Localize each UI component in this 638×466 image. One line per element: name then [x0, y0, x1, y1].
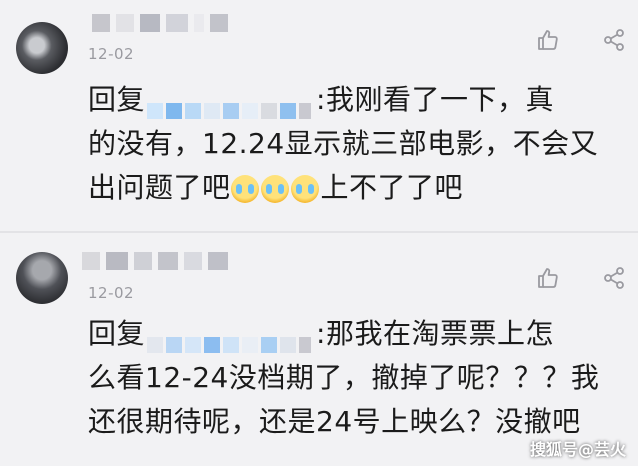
comment-item: 12-02 回复 :我刚看了一下，真 的没有，12.24显示就三部电影，不会又 出… — [0, 0, 638, 232]
comment-line: 的没有，12.24显示就三部电影，不会又 — [88, 127, 599, 160]
comment-text: 上不了了吧 — [320, 171, 464, 204]
comment-line: 还很期待呢，还是24号上映么？没撤吧 — [88, 405, 581, 438]
username-masked[interactable] — [92, 14, 228, 32]
watermark: 搜狐号@芸火 — [529, 440, 626, 459]
comment-line: 么看12-24没档期了，撤掉了呢？？？我 — [88, 361, 600, 394]
reply-text: :我刚看了一下，真 — [316, 83, 554, 116]
comment-line: 回复 :那我在淘票票上怎 — [88, 312, 599, 356]
comment-line: 回复 :我刚看了一下，真 — [88, 78, 598, 122]
comment-body: 回复 :我刚看了一下，真 的没有，12.24显示就三部电影，不会又 出问题了吧 上不… — [88, 78, 598, 210]
crying-emoji — [260, 175, 289, 203]
comment-date: 12-02 — [88, 45, 135, 63]
reply-text: :那我在淘票票上怎 — [316, 317, 554, 350]
share-icon[interactable] — [602, 28, 626, 52]
reply-prefix: 回复 — [88, 83, 146, 116]
username-masked[interactable] — [82, 252, 228, 270]
crying-emoji — [230, 175, 259, 203]
comment-item: 12-02 回复 :那我在淘票票上怎 么看12-24没档期了，撤掉了呢？？？我 还… — [0, 232, 638, 466]
reply-username-masked[interactable] — [147, 322, 314, 353]
reply-username-masked[interactable] — [147, 88, 314, 119]
share-icon[interactable] — [602, 266, 626, 290]
like-icon[interactable] — [536, 28, 560, 52]
avatar[interactable] — [16, 22, 68, 74]
comment-text: 出问题了吧 — [88, 171, 231, 204]
like-icon[interactable] — [536, 266, 560, 290]
crying-emoji — [290, 175, 319, 203]
avatar[interactable] — [16, 252, 68, 304]
comment-date: 12-02 — [88, 284, 135, 302]
comment-line: 出问题了吧 上不了了吧 — [88, 166, 598, 210]
comment-body: 回复 :那我在淘票票上怎 么看12-24没档期了，撤掉了呢？？？我 还很期待呢，还… — [88, 312, 599, 444]
reply-prefix: 回复 — [88, 317, 146, 350]
